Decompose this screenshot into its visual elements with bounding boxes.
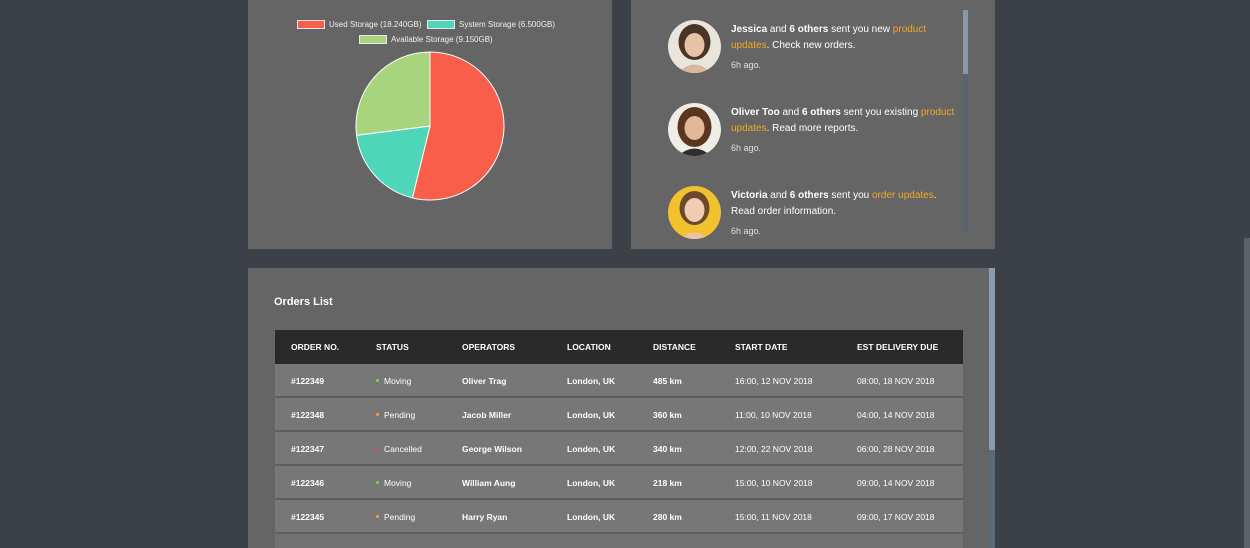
order-operator: George Wilson [462, 444, 522, 454]
avatar [668, 103, 721, 156]
order-due-date: 08:00, 18 NOV 2018 [857, 376, 935, 386]
avatar [668, 20, 721, 73]
order-distance: 340 km [653, 444, 682, 454]
order-distance: 360 km [653, 410, 682, 420]
table-row[interactable]: #122348 Pending Jacob Miller London, UK … [275, 398, 963, 432]
page-scrollbar[interactable] [1244, 238, 1250, 548]
orders-scrollbar-thumb[interactable] [989, 268, 995, 450]
order-due-date: 09:00, 14 NOV 2018 [857, 478, 935, 488]
notifications-scrollbar-thumb[interactable] [963, 10, 968, 74]
column-header[interactable]: ORDER NO. [291, 342, 339, 352]
column-header[interactable]: OPERATORS [462, 342, 515, 352]
notification-link[interactable]: order updates [872, 190, 934, 201]
order-status: Moving [376, 376, 411, 386]
status-dot [376, 447, 379, 451]
column-header[interactable]: STATUS [376, 342, 409, 352]
column-header[interactable]: DISTANCE [653, 342, 696, 352]
avatar [668, 186, 721, 239]
column-header[interactable]: EST DELIVERY DUE [857, 342, 938, 352]
status-dot [376, 413, 379, 417]
notification-item[interactable]: Victoria and 6 others sent you order upd… [668, 186, 968, 246]
order-number: #122348 [291, 410, 325, 420]
notification-time: 6h ago. [731, 226, 762, 236]
table-header: ORDER NO. STATUS OPERATORS LOCATION DIST… [275, 330, 963, 364]
order-operator: Harry Ryan [462, 512, 508, 522]
order-distance: 280 km [653, 512, 682, 522]
notification-item[interactable]: Jessica and 6 others sent you new produc… [668, 20, 968, 80]
table-row[interactable]: #122347 Cancelled George Wilson London, … [275, 432, 963, 466]
order-location: London, UK [567, 410, 616, 420]
order-start-date: 15:00, 11 NOV 2018 [735, 512, 812, 522]
order-location: London, UK [567, 376, 616, 386]
orders-table: ORDER NO. STATUS OPERATORS LOCATION DIST… [275, 330, 963, 548]
notification-message: Jessica and 6 others sent you new produc… [731, 24, 927, 51]
table-row[interactable]: #122346 Moving William Aung London, UK 2… [275, 466, 963, 500]
order-status: Pending [376, 410, 415, 420]
order-location: London, UK [567, 444, 616, 454]
table-row[interactable] [275, 534, 963, 548]
notification-message: Oliver Too and 6 others sent you existin… [731, 107, 955, 134]
order-start-date: 12:00, 22 NOV 2018 [735, 444, 813, 454]
order-distance: 485 km [653, 376, 682, 386]
order-due-date: 09:00, 17 NOV 2018 [857, 512, 935, 522]
order-number: #122349 [291, 376, 325, 386]
order-number: #122347 [291, 444, 325, 454]
column-header[interactable]: LOCATION [567, 342, 611, 352]
order-status: Pending [376, 512, 415, 522]
order-operator: Jacob Miller [462, 410, 512, 420]
status-dot [376, 379, 379, 383]
order-location: London, UK [567, 512, 616, 522]
status-dot [376, 515, 379, 519]
orders-panel: Orders List ORDER NO. STATUS OPERATORS L… [248, 268, 995, 548]
table-row[interactable]: #122345 Pending Harry Ryan London, UK 28… [275, 500, 963, 534]
order-status: Cancelled [376, 444, 422, 454]
order-distance: 218 km [653, 478, 682, 488]
storage-pie-chart [355, 51, 505, 201]
order-start-date: 11:00, 10 NOV 2018 [735, 410, 812, 420]
orders-title: Orders List [274, 296, 333, 308]
notification-message: Victoria and 6 others sent you order upd… [731, 190, 937, 217]
pie-slice-available-storage[interactable] [355, 51, 431, 136]
column-header[interactable]: START DATE [735, 342, 788, 352]
storage-chart-panel: Used Storage (18.240GB) System Storage (… [248, 0, 612, 249]
order-number: #122345 [291, 512, 325, 522]
order-number: #122346 [291, 478, 325, 488]
notification-item[interactable]: Oliver Too and 6 others sent you existin… [668, 103, 968, 163]
order-start-date: 15:00, 10 NOV 2018 [735, 478, 813, 488]
order-due-date: 04:00, 14 NOV 2018 [857, 410, 935, 420]
order-operator: William Aung [462, 478, 516, 488]
table-row[interactable]: #122349 Moving Oliver Trag London, UK 48… [275, 364, 963, 398]
order-location: London, UK [567, 478, 616, 488]
order-operator: Oliver Trag [462, 376, 507, 386]
notifications-panel: Jessica and 6 others sent you new produc… [631, 0, 995, 249]
order-due-date: 06:00, 28 NOV 2018 [857, 444, 935, 454]
notification-time: 6h ago. [731, 60, 762, 70]
status-dot [376, 481, 379, 485]
notification-time: 6h ago. [731, 143, 762, 153]
order-start-date: 16:00, 12 NOV 2018 [735, 376, 813, 386]
order-status: Moving [376, 478, 411, 488]
